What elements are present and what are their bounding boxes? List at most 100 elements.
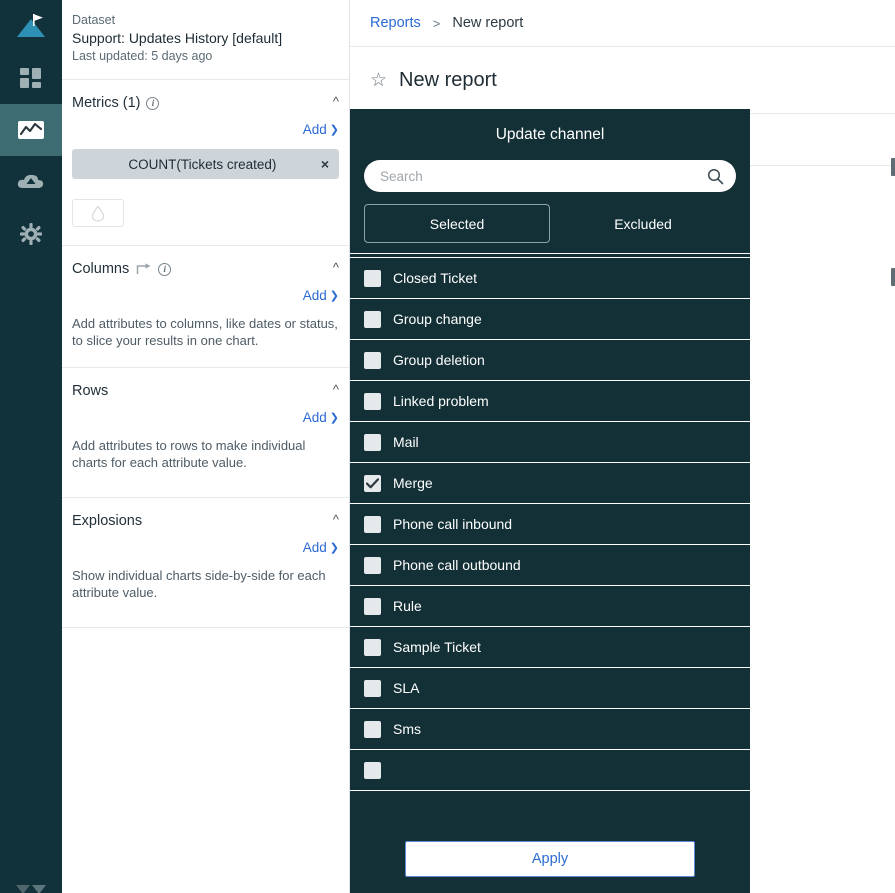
- section-metrics-title: Metrics (1): [72, 95, 141, 111]
- search-magnifier-icon[interactable]: [707, 168, 724, 185]
- checkbox-unchecked[interactable]: [364, 597, 381, 615]
- checkbox-unchecked[interactable]: [364, 720, 381, 738]
- droplet-icon: [91, 205, 105, 222]
- left-icon-rail: [0, 0, 62, 893]
- section-explosions: Explosions ^ Add ❯ Show individual chart…: [62, 498, 349, 628]
- checkbox-unchecked[interactable]: [364, 269, 381, 287]
- search-input[interactable]: [380, 168, 707, 184]
- checkbox-unchecked[interactable]: [364, 638, 381, 656]
- chart-line-icon: [18, 121, 44, 139]
- checkbox-unchecked[interactable]: [364, 433, 381, 451]
- checkmark-icon: [366, 477, 379, 488]
- dataset-last-updated: Last updated: 5 days ago: [72, 49, 213, 63]
- option-row[interactable]: Rule: [350, 586, 750, 627]
- checkbox-unchecked[interactable]: [364, 351, 381, 369]
- chevron-right-icon: ❯: [329, 124, 339, 136]
- explosions-hint: Show individual charts side-by-side for …: [72, 568, 326, 600]
- columns-hint: Add attributes to columns, like dates or…: [72, 316, 338, 348]
- sidebar-item-reports[interactable]: [0, 104, 62, 156]
- chevron-up-icon[interactable]: ^: [333, 383, 339, 396]
- sidebar-item-settings[interactable]: [0, 208, 62, 260]
- tab-selected[interactable]: Selected: [364, 204, 550, 243]
- section-columns-title: Columns: [72, 261, 130, 277]
- option-row[interactable]: Phone call outbound: [350, 545, 750, 586]
- section-columns-header: Columns i ^: [72, 256, 339, 282]
- section-metrics: Metrics (1) i ^ Add ❯ COUNT(Tickets crea…: [62, 80, 349, 246]
- option-list[interactable]: Closed Ticket Group change Group deletion L…: [350, 258, 750, 829]
- apply-button[interactable]: Apply: [405, 841, 695, 877]
- chevron-up-icon[interactable]: ^: [333, 513, 339, 526]
- option-label: Mail: [393, 434, 419, 450]
- explosions-add-label: Add: [302, 540, 327, 555]
- option-row[interactable]: Group deletion: [350, 340, 750, 381]
- checkbox-unchecked[interactable]: [364, 392, 381, 410]
- option-row[interactable]: Merge: [350, 463, 750, 504]
- star-outline-icon[interactable]: ☆: [370, 71, 387, 90]
- sidebar-collapse-button[interactable]: [0, 885, 62, 893]
- section-explosions-title: Explosions: [72, 513, 143, 529]
- rows-hint: Add attributes to rows to make individua…: [72, 438, 306, 470]
- columns-add-button[interactable]: Add ❯: [303, 288, 339, 303]
- metrics-add-button[interactable]: Add ❯: [303, 122, 339, 137]
- explosions-add-button[interactable]: Add ❯: [303, 540, 339, 555]
- option-label: Sample Ticket: [393, 639, 481, 655]
- app-logo[interactable]: [0, 0, 62, 52]
- sidebar-item-uploads[interactable]: [0, 156, 62, 208]
- columns-add-label: Add: [302, 288, 327, 303]
- option-label: Linked problem: [393, 393, 489, 409]
- checkbox-unchecked[interactable]: [364, 679, 381, 697]
- checkbox-unchecked[interactable]: [364, 515, 381, 533]
- main-area: Reports > New report ☆ New report Filter…: [350, 0, 895, 893]
- dataset-name[interactable]: Support: Updates History [default]: [72, 29, 339, 48]
- metric-chip[interactable]: COUNT(Tickets created) ×: [72, 149, 339, 179]
- section-rows-title: Rows: [72, 383, 109, 399]
- collapse-icon: [16, 885, 46, 893]
- chevron-right-icon: ❯: [329, 290, 339, 302]
- metric-chip-remove-button[interactable]: ×: [321, 156, 329, 172]
- right-edge-handle-top[interactable]: [891, 158, 895, 176]
- dropdown-title: Update channel: [495, 126, 605, 143]
- section-explosions-header: Explosions ^: [72, 508, 339, 534]
- section-rows-header: Rows ^: [72, 378, 339, 404]
- tab-excluded[interactable]: Excluded: [550, 204, 736, 243]
- rows-add-label: Add: [302, 410, 327, 425]
- right-edge-handle-bottom[interactable]: [891, 268, 895, 286]
- swap-rows-columns-icon[interactable]: [135, 262, 152, 276]
- section-metrics-header: Metrics (1) i ^: [72, 90, 339, 116]
- update-channel-filter-dropdown: Update channel Selected Excluded Closed …: [350, 109, 750, 893]
- option-row[interactable]: Sample Ticket: [350, 627, 750, 668]
- chevron-up-icon[interactable]: ^: [333, 95, 339, 108]
- search-box[interactable]: [364, 160, 736, 192]
- checkbox-checked[interactable]: [364, 474, 381, 492]
- option-row[interactable]: Group change: [350, 299, 750, 340]
- chevron-up-icon[interactable]: ^: [333, 261, 339, 274]
- checkbox-unchecked[interactable]: [364, 761, 381, 779]
- sidebar-item-dashboards[interactable]: [0, 52, 62, 104]
- option-label: Phone call outbound: [393, 557, 521, 573]
- rows-add-button[interactable]: Add ❯: [303, 410, 339, 425]
- grid-dashboard-icon: [20, 68, 41, 88]
- dropdown-search-wrap: [350, 160, 750, 192]
- checkbox-unchecked[interactable]: [364, 556, 381, 574]
- checkbox-unchecked[interactable]: [364, 310, 381, 328]
- option-label: Merge: [393, 475, 433, 491]
- chevron-right-icon: ❯: [329, 412, 339, 424]
- breadcrumb-separator: >: [432, 15, 441, 31]
- breadcrumb-current: New report: [452, 15, 524, 31]
- info-icon[interactable]: i: [158, 262, 172, 276]
- report-config-panel: Dataset Support: Updates History [defaul…: [62, 0, 350, 893]
- option-row[interactable]: Linked problem: [350, 381, 750, 422]
- metric-format-button[interactable]: [72, 199, 124, 227]
- option-row[interactable]: Sms: [350, 709, 750, 750]
- page-title[interactable]: New report: [399, 69, 497, 92]
- option-row[interactable]: Phone call inbound: [350, 504, 750, 545]
- option-label: Phone call inbound: [393, 516, 513, 532]
- metric-chip-label: COUNT(Tickets created): [128, 156, 277, 172]
- info-icon[interactable]: i: [146, 96, 160, 110]
- option-row[interactable]: Closed Ticket: [350, 258, 750, 299]
- breadcrumb-reports-link[interactable]: Reports: [370, 15, 421, 31]
- option-row[interactable]: SLA: [350, 668, 750, 709]
- option-row[interactable]: Mail: [350, 422, 750, 463]
- option-row[interactable]: [350, 750, 750, 791]
- option-label: Rule: [393, 598, 422, 614]
